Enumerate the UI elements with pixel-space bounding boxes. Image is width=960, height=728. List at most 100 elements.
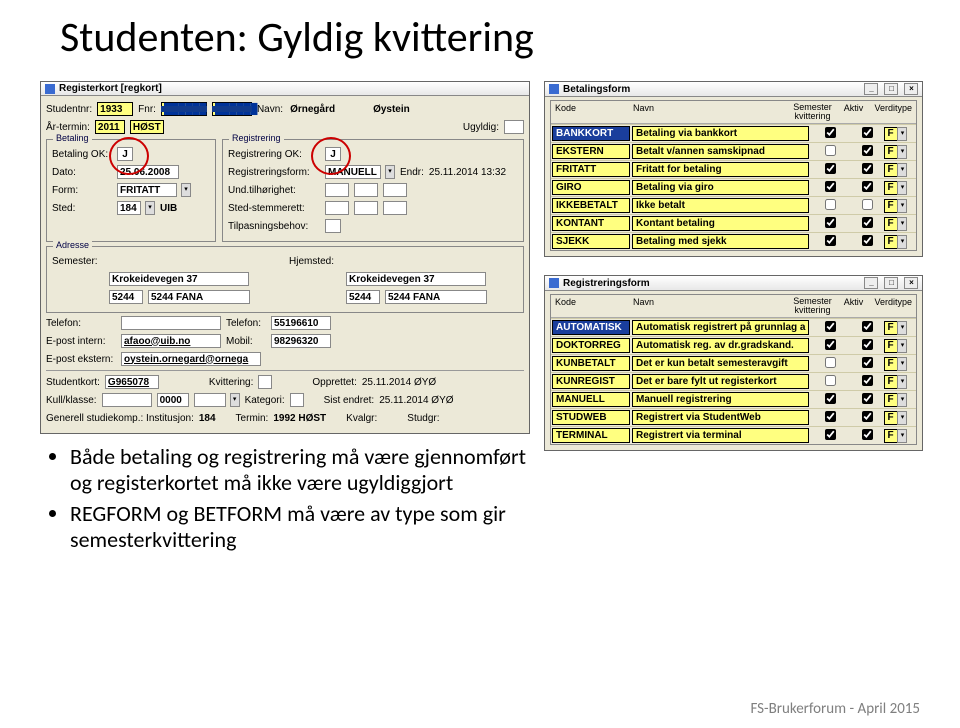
aktiv-checkbox[interactable] [862, 163, 873, 174]
kull-c[interactable] [194, 393, 226, 407]
aktiv-checkbox[interactable] [862, 217, 873, 228]
chevron-down-icon[interactable]: ▾ [897, 357, 907, 371]
table-row[interactable]: TERMINALRegistrert via terminalF▾ [551, 426, 916, 444]
aktiv-checkbox[interactable] [862, 235, 873, 246]
kvittering-checkbox[interactable] [825, 235, 836, 246]
navn-cell[interactable]: Kontant betaling [632, 216, 809, 231]
table-row[interactable]: KUNBETALTDet er kun betalt semesteravgif… [551, 354, 916, 372]
sem-addr1[interactable]: Krokeidevegen 37 [109, 272, 249, 286]
hj-addr1[interactable]: Krokeidevegen 37 [346, 272, 486, 286]
telefon-field-a[interactable] [121, 316, 221, 330]
navn-cell[interactable]: Betaling via bankkort [632, 126, 809, 141]
epost-int-field[interactable]: afaoo@uib.no [121, 334, 221, 348]
table-row[interactable]: DOKTORREGAutomatisk reg. av dr.gradskand… [551, 336, 916, 354]
code-cell[interactable]: STUDWEB [552, 410, 630, 425]
aktiv-checkbox[interactable] [862, 145, 873, 156]
table-row[interactable]: MANUELLManuell registreringF▾ [551, 390, 916, 408]
kvittering-field[interactable] [258, 375, 272, 389]
aktiv-checkbox[interactable] [862, 199, 873, 210]
kvittering-checkbox[interactable] [825, 199, 836, 210]
stedstem-a[interactable] [325, 201, 349, 215]
navn-cell[interactable]: Ikke betalt [632, 198, 809, 213]
hj-addr2[interactable]: 5244 [346, 290, 380, 304]
chevron-down-icon[interactable]: ▾ [897, 163, 907, 177]
navn-cell[interactable]: Det er kun betalt semesteravgift [632, 356, 809, 371]
kvittering-checkbox[interactable] [825, 429, 836, 440]
max-button[interactable]: □ [884, 83, 898, 95]
code-cell[interactable]: FRITATT [552, 162, 630, 177]
code-cell[interactable]: GIRO [552, 180, 630, 195]
kvittering-checkbox[interactable] [825, 339, 836, 350]
table-row[interactable]: KONTANTKontant betaling F▾ [551, 214, 916, 232]
chevron-down-icon[interactable]: ▾ [897, 429, 907, 443]
kvittering-checkbox[interactable] [825, 357, 836, 368]
kvittering-checkbox[interactable] [825, 217, 836, 228]
stedstem-b[interactable] [354, 201, 378, 215]
kvittering-checkbox[interactable] [825, 393, 836, 404]
kvittering-checkbox[interactable] [825, 375, 836, 386]
code-cell[interactable]: TERMINAL [552, 428, 630, 443]
max-button[interactable]: □ [884, 277, 898, 289]
verditype-field[interactable]: F [884, 127, 898, 141]
undtilh-a[interactable] [325, 183, 349, 197]
tilpasn-field[interactable] [325, 219, 341, 233]
fnr-a-field[interactable]: ██████ [161, 102, 207, 116]
verditype-field[interactable]: F [884, 217, 898, 231]
navn-cell[interactable]: Det er bare fylt ut registerkort [632, 374, 809, 389]
navn-cell[interactable]: Betalt v/annen samskipnad [632, 144, 809, 159]
chevron-down-icon[interactable]: ▾ [897, 181, 907, 195]
kategori-field[interactable] [290, 393, 304, 407]
telefon-field-b[interactable]: 55196610 [271, 316, 331, 330]
table-row[interactable]: KUNREGISTDet er bare fylt ut registerkor… [551, 372, 916, 390]
kull-dd[interactable]: ▾ [230, 393, 240, 407]
code-cell[interactable]: KONTANT [552, 216, 630, 231]
code-cell[interactable]: DOKTORREG [552, 338, 630, 353]
kvittering-checkbox[interactable] [825, 411, 836, 422]
table-row[interactable]: AUTOMATISKAutomatisk registrert på grunn… [551, 318, 916, 336]
studentnr-field[interactable]: 1933 [97, 102, 133, 116]
code-cell[interactable]: BANKKORT [552, 126, 630, 141]
kull-b[interactable]: 0000 [157, 393, 189, 407]
verditype-field[interactable]: F [884, 145, 898, 159]
stedstem-c[interactable] [383, 201, 407, 215]
verditype-field[interactable]: F [884, 411, 898, 425]
sem-addr2[interactable]: 5244 [109, 290, 143, 304]
code-cell[interactable]: KUNREGIST [552, 374, 630, 389]
chevron-down-icon[interactable]: ▾ [897, 339, 907, 353]
studkort-field[interactable]: G965078 [105, 375, 159, 389]
betaling-ok-field[interactable]: J [117, 147, 133, 161]
verditype-field[interactable]: F [884, 429, 898, 443]
aktiv-checkbox[interactable] [862, 127, 873, 138]
navn-cell[interactable]: Manuell registrering [632, 392, 809, 407]
kvittering-checkbox[interactable] [825, 163, 836, 174]
regform-dropdown-icon[interactable]: ▾ [385, 165, 395, 179]
dato-field[interactable]: 25.06.2008 [117, 165, 179, 179]
regform-field[interactable]: MANUELL [325, 165, 381, 179]
table-row[interactable]: IKKEBETALTIkke betaltF▾ [551, 196, 916, 214]
aktiv-checkbox[interactable] [862, 321, 873, 332]
table-row[interactable]: FRITATTFritatt for betalingF▾ [551, 160, 916, 178]
code-cell[interactable]: MANUELL [552, 392, 630, 407]
aktiv-checkbox[interactable] [862, 357, 873, 368]
kvittering-checkbox[interactable] [825, 145, 836, 156]
aktiv-checkbox[interactable] [862, 411, 873, 422]
verditype-field[interactable]: F [884, 339, 898, 353]
aktiv-checkbox[interactable] [862, 393, 873, 404]
navn-cell[interactable]: Fritatt for betaling [632, 162, 809, 177]
registrering-ok-field[interactable]: J [325, 147, 341, 161]
sem-addr3[interactable]: 5244 FANA [148, 290, 250, 304]
code-cell[interactable]: AUTOMATISK [552, 320, 630, 335]
code-cell[interactable]: EKSTERN [552, 144, 630, 159]
chevron-down-icon[interactable]: ▾ [897, 217, 907, 231]
navn-cell[interactable]: Automatisk reg. av dr.gradskand. [632, 338, 809, 353]
chevron-down-icon[interactable]: ▾ [897, 127, 907, 141]
aar-field[interactable]: 2011 [95, 120, 125, 134]
navn-cell[interactable]: Betaling via giro [632, 180, 809, 195]
sted-a-field[interactable]: 184 [117, 201, 141, 215]
code-cell[interactable]: SJEKK [552, 234, 630, 249]
table-row[interactable]: BANKKORTBetaling via bankkort F▾ [551, 124, 916, 142]
navn-cell[interactable]: Registrert via StudentWeb [632, 410, 809, 425]
chevron-down-icon[interactable]: ▾ [897, 145, 907, 159]
chevron-down-icon[interactable]: ▾ [897, 393, 907, 407]
verditype-field[interactable]: F [884, 181, 898, 195]
